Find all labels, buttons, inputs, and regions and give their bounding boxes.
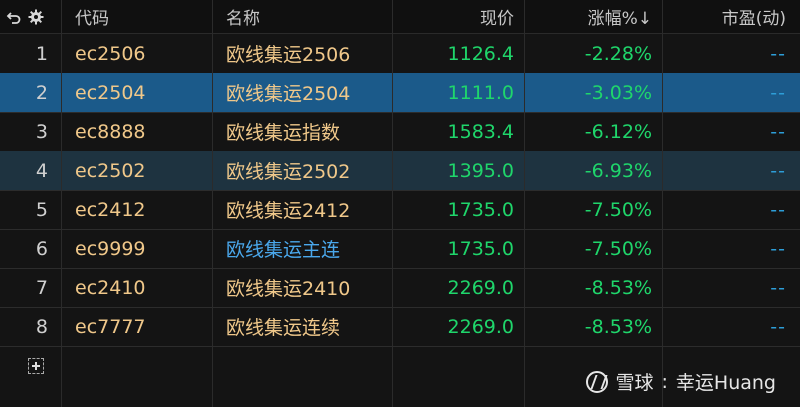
table-row[interactable]: 5 ec2412 欧线集运2412 1735.0 -7.50% -- <box>0 190 800 230</box>
row-index: 5 <box>0 190 62 229</box>
empty-cell <box>393 347 525 407</box>
empty-cell <box>213 347 393 407</box>
row-index: 7 <box>0 268 62 307</box>
snowball-logo-icon <box>585 370 608 393</box>
row-index: 2 <box>0 73 62 112</box>
watermark-author: 幸运Huang <box>675 372 776 394</box>
table-row[interactable]: 1 ec2506 欧线集运2506 1126.4 -2.28% -- <box>0 34 800 74</box>
pe-ratio: -- <box>770 315 786 338</box>
contract-name: 欧线集运2412 <box>213 190 393 229</box>
add-row-icon[interactable] <box>28 358 44 374</box>
last-price: 1735.0 <box>393 229 525 268</box>
contract-name: 欧线集运指数 <box>213 112 393 151</box>
change-percent: -2.28% <box>525 34 663 73</box>
contract-code: ec2506 <box>62 34 213 73</box>
contract-name: 欧线集运2506 <box>213 34 393 73</box>
table-row-selected[interactable]: 2 ec2504 欧线集运2504 1111.0 -3.03% -- <box>0 73 800 113</box>
quote-table: 代码 名称 现价 涨幅%↓ 市盈(动) 1 ec2506 欧线集运2506 11… <box>0 0 800 407</box>
table-row[interactable]: 7 ec2410 欧线集运2410 2269.0 -8.53% -- <box>0 268 800 308</box>
pe-ratio: -- <box>770 276 786 299</box>
pe-ratio: -- <box>770 159 786 182</box>
contract-code: ec7777 <box>62 307 213 346</box>
pe-ratio: -- <box>770 237 786 260</box>
watermark: 雪球: 幸运Huang <box>585 368 776 395</box>
last-price: 1583.4 <box>393 112 525 151</box>
contract-name: 欧线集运2502 <box>213 151 393 190</box>
undo-icon[interactable] <box>6 9 22 25</box>
table-header: 代码 名称 现价 涨幅%↓ 市盈(动) <box>0 0 800 34</box>
row-index: 4 <box>0 151 62 190</box>
empty-cell <box>62 347 213 407</box>
table-row[interactable]: 3 ec8888 欧线集运指数 1583.4 -6.12% -- <box>0 112 800 152</box>
column-header-name[interactable]: 名称 <box>213 0 393 33</box>
contract-name: 欧线集运2410 <box>213 268 393 307</box>
watermark-brand: 雪球 <box>615 372 654 394</box>
change-percent: -6.12% <box>525 112 663 151</box>
table-row-highlighted[interactable]: 4 ec2502 欧线集运2502 1395.0 -6.93% -- <box>0 151 800 191</box>
last-price: 2269.0 <box>393 268 525 307</box>
change-percent: -7.50% <box>525 229 663 268</box>
change-percent: -7.50% <box>525 190 663 229</box>
last-price: 1126.4 <box>393 34 525 73</box>
contract-name-main: 欧线集运主连 <box>213 229 393 268</box>
row-index: 6 <box>0 229 62 268</box>
empty-cell <box>0 347 62 407</box>
contract-code: ec2504 <box>62 73 213 112</box>
contract-code: ec8888 <box>62 112 213 151</box>
pe-ratio: -- <box>770 42 786 65</box>
column-header-code[interactable]: 代码 <box>62 0 213 33</box>
change-percent: -3.03% <box>525 73 663 112</box>
contract-code: ec9999 <box>62 229 213 268</box>
table-row[interactable]: 8 ec7777 欧线集运连续 2269.0 -8.53% -- <box>0 307 800 347</box>
last-price: 2269.0 <box>393 307 525 346</box>
contract-code: ec2412 <box>62 190 213 229</box>
change-percent: -6.93% <box>525 151 663 190</box>
contract-name: 欧线集运2504 <box>213 73 393 112</box>
column-header-change[interactable]: 涨幅%↓ <box>525 0 663 33</box>
pe-ratio: -- <box>770 198 786 221</box>
pe-ratio: -- <box>770 120 786 143</box>
header-tools <box>0 0 62 33</box>
last-price: 1395.0 <box>393 151 525 190</box>
gear-icon[interactable] <box>28 9 44 25</box>
pe-ratio: -- <box>770 81 786 104</box>
last-price: 1735.0 <box>393 190 525 229</box>
change-percent: -8.53% <box>525 268 663 307</box>
row-index: 3 <box>0 112 62 151</box>
row-index: 1 <box>0 34 62 73</box>
last-price: 1111.0 <box>393 73 525 112</box>
column-header-price[interactable]: 现价 <box>393 0 525 33</box>
row-index: 8 <box>0 307 62 346</box>
table-row[interactable]: 6 ec9999 欧线集运主连 1735.0 -7.50% -- <box>0 229 800 269</box>
contract-code: ec2410 <box>62 268 213 307</box>
change-percent: -8.53% <box>525 307 663 346</box>
contract-code: ec2502 <box>62 151 213 190</box>
column-header-pe[interactable]: 市盈(动) <box>663 0 800 33</box>
contract-name: 欧线集运连续 <box>213 307 393 346</box>
watermark-separator: : <box>661 370 668 393</box>
